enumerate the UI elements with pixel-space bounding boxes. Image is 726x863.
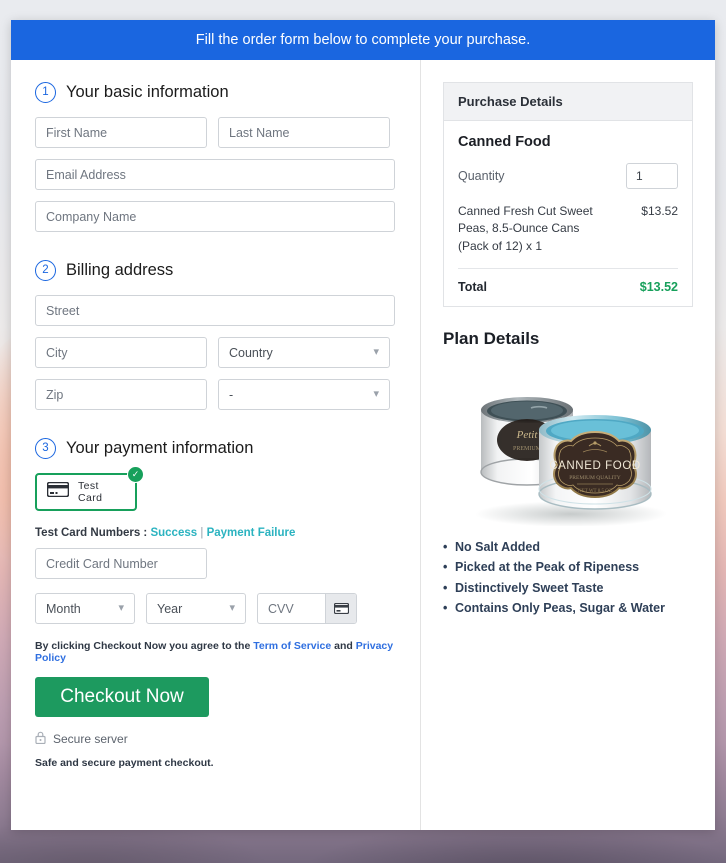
step-number-1: 1: [35, 82, 56, 103]
total-label: Total: [458, 280, 487, 295]
svg-text:NET WT 8.5 OZ: NET WT 8.5 OZ: [578, 489, 612, 494]
test-card-failure-link[interactable]: Payment Failure: [207, 527, 296, 539]
page-banner: Fill the order form below to complete yo…: [11, 20, 715, 60]
purchase-total-row: Total $13.52: [458, 269, 678, 294]
list-item: Picked at the Peak of Ripeness: [443, 557, 693, 578]
terms-agreement-text: By clicking Checkout Now you agree to th…: [35, 640, 396, 664]
name-row: First Name Last Name: [35, 117, 396, 148]
check-circle-icon: ✓: [127, 466, 144, 483]
expiry-month-select[interactable]: Month ▾: [35, 593, 135, 624]
checkout-columns: 1 Your basic information First Name Last…: [11, 60, 715, 830]
country-select[interactable]: Country ▾: [218, 337, 390, 368]
expiry-year-value: Year: [157, 601, 183, 616]
svg-text:PREMIUM QUALITY: PREMIUM QUALITY: [569, 475, 621, 481]
test-card-option[interactable]: Test Card: [35, 473, 137, 511]
purchase-summary-column: Purchase Details Canned Food Quantity 1 …: [421, 60, 715, 830]
test-card-option-label: Test Card: [78, 480, 103, 504]
line-item-description: Canned Fresh Cut Sweet Peas, 8.5-Ounce C…: [458, 204, 593, 253]
purchase-line-item: Canned Fresh Cut Sweet Peas, 8.5-Ounce C…: [458, 203, 678, 270]
cvv-field-group: CVV: [257, 593, 357, 624]
expiry-cvv-row: Month ▾ Year ▾ CVV: [35, 593, 396, 624]
city-input[interactable]: City: [35, 337, 207, 368]
chevron-down-icon: ▾: [229, 602, 235, 614]
section-basic-information-title: Your basic information: [66, 83, 229, 101]
terms-conjunction: and: [334, 640, 353, 652]
checkout-card: Fill the order form below to complete yo…: [11, 20, 715, 830]
zip-region-row: Zip - ▾: [35, 379, 396, 410]
line-item-price: $13.52: [641, 204, 678, 218]
order-form-column: 1 Your basic information First Name Last…: [11, 60, 421, 830]
section-payment-information-header: 3 Your payment information: [35, 438, 396, 459]
country-select-value: Country: [229, 345, 273, 360]
expiry-month-value: Month: [46, 601, 81, 616]
purchase-details-body: Canned Food Quantity 1 Canned Fresh Cut …: [444, 121, 692, 306]
city-country-row: City Country ▾: [35, 337, 396, 368]
section-billing-address-title: Billing address: [66, 261, 174, 279]
chevron-down-icon: ▾: [118, 602, 124, 614]
cvv-input[interactable]: CVV: [258, 594, 325, 623]
test-card-numbers-line: Test Card Numbers : Success | Payment Fa…: [35, 527, 396, 539]
company-row: Company Name: [35, 201, 396, 232]
purchase-details-header: Purchase Details: [444, 83, 692, 121]
street-row: Street: [35, 295, 396, 326]
cvv-card-icon[interactable]: [325, 594, 356, 623]
plan-details-title: Plan Details: [443, 329, 540, 349]
first-name-input[interactable]: First Name: [35, 117, 207, 148]
test-card-success-link[interactable]: Success: [150, 527, 197, 539]
step-number-2: 2: [35, 260, 56, 281]
list-item: Distinctively Sweet Taste: [443, 578, 693, 599]
credit-card-number-input[interactable]: Credit Card Number: [35, 548, 207, 579]
can-label-text: CANNED FOOD: [549, 460, 641, 472]
quantity-input[interactable]: 1: [626, 163, 678, 189]
chevron-down-icon: ▾: [373, 346, 379, 358]
section-payment-information-title: Your payment information: [66, 439, 254, 457]
region-select-value: -: [229, 387, 234, 402]
product-image: Petit PREMIUM CANNED FOOD PREMIUM QUALIT…: [443, 367, 693, 527]
step-number-3: 3: [35, 438, 56, 459]
list-item: No Salt Added: [443, 537, 693, 558]
lock-icon: [35, 731, 46, 747]
last-name-input[interactable]: Last Name: [218, 117, 390, 148]
list-item: Contains Only Peas, Sugar & Water: [443, 598, 693, 619]
secure-server-label: Secure server: [53, 732, 128, 746]
expiry-year-select[interactable]: Year ▾: [146, 593, 246, 624]
term-of-service-link[interactable]: Term of Service: [253, 640, 331, 652]
chevron-down-icon: ▾: [373, 388, 379, 400]
svg-text:Petit: Petit: [516, 429, 539, 441]
street-input[interactable]: Street: [35, 295, 395, 326]
region-select[interactable]: - ▾: [218, 379, 390, 410]
purchase-product-name: Canned Food: [458, 134, 551, 150]
secure-server-note: Secure server: [35, 731, 396, 747]
checkout-now-button[interactable]: Checkout Now: [35, 677, 209, 717]
test-card-option-wrapper: Test Card ✓: [35, 466, 144, 511]
credit-card-number-row: Credit Card Number: [35, 548, 396, 579]
safe-checkout-label: Safe and secure payment checkout.: [35, 757, 214, 769]
email-address-input[interactable]: Email Address: [35, 159, 395, 190]
section-billing-address-header: 2 Billing address: [35, 260, 396, 281]
test-card-numbers-label: Test Card Numbers :: [35, 527, 148, 539]
zip-input[interactable]: Zip: [35, 379, 207, 410]
credit-card-icon: [46, 481, 70, 502]
link-separator: |: [200, 527, 204, 539]
total-value: $13.52: [639, 280, 678, 295]
section-basic-information-header: 1 Your basic information: [35, 82, 396, 103]
quantity-row: Quantity 1: [458, 163, 678, 189]
banner-text: Fill the order form below to complete yo…: [195, 32, 531, 48]
purchase-details-panel: Purchase Details Canned Food Quantity 1 …: [443, 82, 693, 308]
quantity-label: Quantity: [458, 169, 505, 183]
email-row: Email Address: [35, 159, 396, 190]
terms-prefix: By clicking Checkout Now you agree to th…: [35, 640, 251, 652]
plan-feature-list: No Salt Added Picked at the Peak of Ripe…: [443, 537, 693, 618]
svg-text:PREMIUM: PREMIUM: [513, 446, 542, 452]
company-name-input[interactable]: Company Name: [35, 201, 395, 232]
